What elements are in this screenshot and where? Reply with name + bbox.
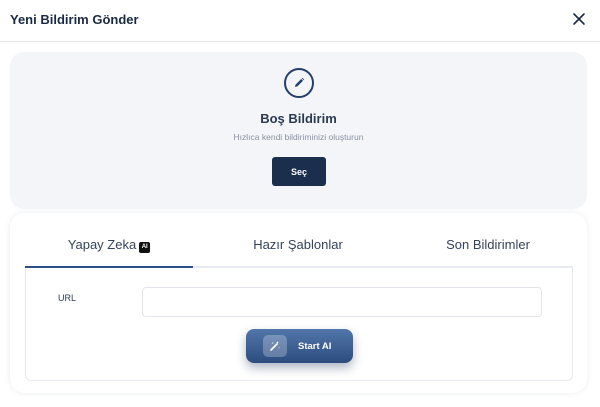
start-ai-button[interactable]: Start AI [246,329,353,363]
ai-badge: AI [139,241,151,253]
tabs-card: Yapay Zeka AI Hazır Şablonlar Son Bildiri… [10,213,587,393]
url-label: URL [58,293,77,303]
blank-notification-title: Boş Bildirim [260,111,337,126]
pencil-icon [295,77,305,87]
blank-notification-card: Boş Bildirim Hızlıca kendi bildiriminizi… [10,52,587,209]
tab-ai[interactable]: Yapay Zeka AI [25,237,193,267]
modal-title: Yeni Bildirim Gönder [10,12,139,27]
magic-wand-icon [270,341,280,351]
close-icon [573,13,585,25]
tab-templates[interactable]: Hazır Şablonlar [193,237,403,267]
modal-header: Yeni Bildirim Gönder [0,0,600,42]
close-button[interactable] [570,10,588,28]
tab-recent-notifications[interactable]: Son Bildirimler [403,237,573,267]
start-ai-label: Start AI [298,340,332,352]
ai-form-panel: URL Start AI [25,268,573,381]
tab-ai-label: Yapay Zeka [67,237,137,252]
edit-circle [284,68,314,98]
wand-icon-box [263,335,287,357]
blank-notification-subtitle: Hızlıca kendi bildiriminizi oluşturun [233,132,364,142]
url-input[interactable] [142,287,542,317]
select-button[interactable]: Seç [272,157,326,186]
